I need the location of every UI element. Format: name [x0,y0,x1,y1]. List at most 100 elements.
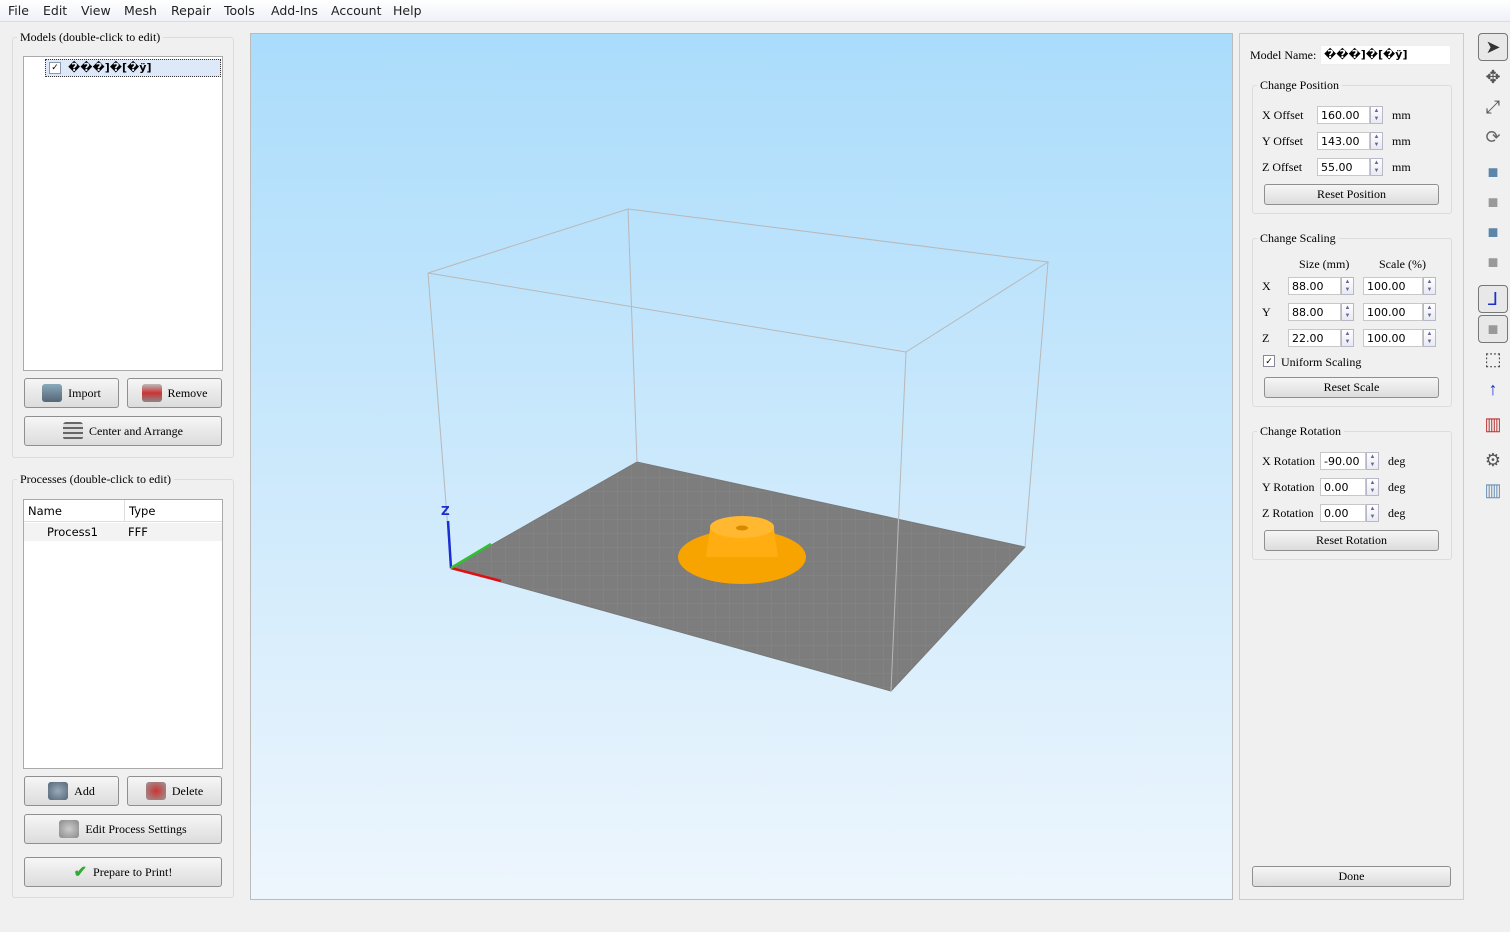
scale-input[interactable]: 100.00 [1363,329,1423,347]
scale-axis-label: Z [1262,331,1270,345]
scale-axis-label: Y [1262,305,1271,319]
solid-view-icon[interactable]: ■ [1478,315,1508,343]
center-arrange-button[interactable]: Center and Arrange [24,416,222,446]
done-button[interactable]: Done [1252,866,1451,887]
size-header: Size (mm) [1299,257,1350,271]
scale-icon[interactable]: ⤢ [1478,93,1508,121]
z-rotation-input[interactable]: 0.00 [1320,504,1366,522]
x-offset-spinner[interactable]: ▲ ▼ [1370,106,1383,124]
view-side-icon[interactable]: ■ [1478,218,1508,246]
scale-spinner[interactable]: ▲ ▼ [1423,303,1436,321]
x-rotation-spinner[interactable]: ▲ ▼ [1366,452,1379,470]
menu-view[interactable]: View [81,3,111,18]
size-spinner[interactable]: ▲ ▼ [1341,277,1354,295]
x-offset-input[interactable]: 160.00 [1317,106,1370,124]
y-offset-label: Y Offset [1262,134,1303,148]
edit-label: Edit Process Settings [85,821,187,836]
rotation-title: Change Rotation [1260,424,1341,438]
import-button[interactable]: Import [24,378,119,408]
menu-bar: File Edit View Mesh Repair Tools Add-Ins… [0,0,1510,22]
y-offset-input[interactable]: 143.00 [1317,132,1370,150]
z-rotation-spinner[interactable]: ▲ ▼ [1366,504,1379,522]
y-rotation-input[interactable]: 0.00 [1320,478,1366,496]
scale-input[interactable]: 100.00 [1363,303,1423,321]
z-rotation-label: Z Rotation [1262,506,1314,520]
edit-process-settings-button[interactable]: Edit Process Settings [24,814,222,844]
view-front-icon[interactable]: ■ [1478,188,1508,216]
rotate-icon[interactable]: ⟳ [1478,123,1508,151]
reset-rotation-button[interactable]: Reset Rotation [1264,530,1439,551]
processes-table[interactable]: Name Type Process1 FFF [23,499,223,769]
arrange-icon [63,422,84,440]
scene [427,208,1050,692]
add-gear-icon [48,782,69,800]
menu-help[interactable]: Help [393,3,422,18]
scale-axis-label: X [1262,279,1271,293]
scale-input[interactable]: 100.00 [1363,277,1423,295]
model-checkbox[interactable]: ✓ [49,62,61,74]
size-spinner[interactable]: ▲ ▼ [1341,303,1354,321]
menu-repair[interactable]: Repair [171,3,211,18]
column-name[interactable]: Name [28,504,62,518]
process-type: FFF [128,525,148,539]
remove-button[interactable]: Remove [127,378,222,408]
size-spinner[interactable]: ▲ ▼ [1341,329,1354,347]
model-name: ���]�[�ÿ] [68,61,152,74]
delete-process-button[interactable]: Delete [127,776,222,806]
select-arrow-icon[interactable]: ➤ [1478,33,1508,61]
prepare-to-print-button[interactable]: ✔ Prepare to Print! [24,857,222,887]
wireframe-icon[interactable]: ⬚ [1478,345,1508,373]
z-offset-input[interactable]: 55.00 [1317,158,1370,176]
model-name-input[interactable]: ���]�[�ÿ] [1320,45,1451,65]
3d-viewport[interactable]: Z [250,33,1233,900]
view-top-icon[interactable]: ■ [1478,158,1508,186]
z-offset-spinner[interactable]: ▲ ▼ [1370,158,1383,176]
menu-account[interactable]: Account [331,3,381,18]
unit-label: mm [1392,108,1411,122]
model-name-label: Model Name: [1250,48,1317,62]
size-input[interactable]: 88.00 [1288,277,1341,295]
size-input[interactable]: 88.00 [1288,303,1341,321]
y-rotation-label: Y Rotation [1262,480,1315,494]
menu-edit[interactable]: Edit [43,3,67,18]
models-title: Models (double-click to edit) [20,30,161,44]
add-process-button[interactable]: Add [24,776,119,806]
reset-position-button[interactable]: Reset Position [1264,184,1439,205]
deg-label: deg [1388,480,1406,494]
processes-title: Processes (double-click to edit) [20,472,171,486]
reset-scale-button[interactable]: Reset Scale [1264,377,1439,398]
move-icon[interactable]: ✥ [1478,63,1508,91]
y-offset-spinner[interactable]: ▲ ▼ [1370,132,1383,150]
normal-icon[interactable]: ↑ [1478,375,1508,403]
add-label: Add [74,783,95,798]
column-type[interactable]: Type [124,500,159,522]
supports-icon[interactable]: ▥ [1478,476,1508,504]
x-rotation-input[interactable]: -90.00 [1320,452,1366,470]
import-icon [42,384,63,402]
gears-icon [59,820,80,838]
x-offset-label: X Offset [1262,108,1304,122]
unit-label: mm [1392,160,1411,174]
menu-mesh[interactable]: Mesh [124,3,157,18]
settings-gear-icon[interactable]: ⚙ [1478,446,1508,474]
scale-header: Scale (%) [1379,257,1426,271]
build-volume [427,208,1050,353]
y-rotation-spinner[interactable]: ▲ ▼ [1366,478,1379,496]
remove-label: Remove [167,385,208,400]
view-iso-icon[interactable]: ■ [1478,248,1508,276]
show-axes-icon[interactable]: ⅃ [1478,285,1508,313]
scale-spinner[interactable]: ▲ ▼ [1423,329,1436,347]
deg-label: deg [1388,506,1406,520]
menu-add-ins[interactable]: Add-Ins [271,3,318,18]
menu-tools[interactable]: Tools [224,3,255,18]
menu-file[interactable]: File [8,3,29,18]
scale-spinner[interactable]: ▲ ▼ [1423,277,1436,295]
uniform-scaling-checkbox[interactable]: ✓ [1263,355,1275,367]
size-input[interactable]: 22.00 [1288,329,1341,347]
models-list[interactable]: ✓ ���]�[�ÿ] [23,56,223,371]
scaling-title: Change Scaling [1260,231,1336,245]
delete-gear-icon [145,782,166,800]
section-icon[interactable]: ▥ [1478,410,1508,438]
table-row[interactable]: Process1 FFF [24,523,222,541]
model-item[interactable]: ✓ ���]�[�ÿ] [45,59,221,77]
